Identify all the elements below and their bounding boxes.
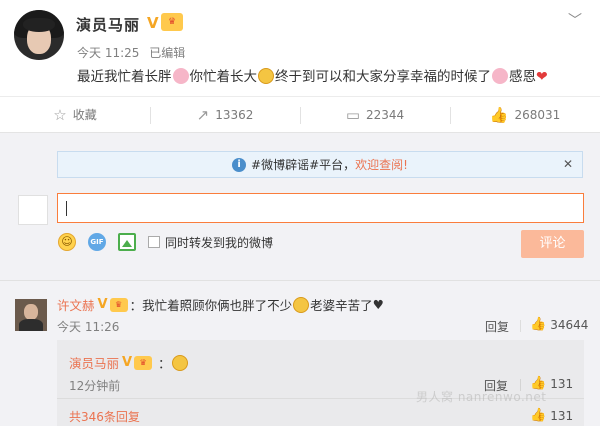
post-action-bar: ☆ 收藏 ↗ 13362 ▭ 22344 👍 268031	[0, 96, 600, 133]
heart-icon: ♥	[372, 297, 384, 312]
avatar-fringe	[23, 18, 55, 32]
chevron-down-icon[interactable]: ﹀	[568, 10, 582, 30]
composer-toolbar: ☺ GIF 同时转发到我的微博	[58, 233, 273, 251]
laugh-emoji-icon	[171, 354, 188, 371]
member-crown-icon[interactable]: ♛	[109, 297, 128, 312]
thumbs-up-icon: 👍	[530, 408, 547, 423]
sub-reply-like-count: 131	[550, 376, 574, 391]
post-time[interactable]: 今天 11:25	[77, 46, 139, 60]
comment-time: 今天 11:26	[57, 320, 120, 334]
verified-icon: V	[122, 355, 133, 370]
more-replies-link[interactable]: 共346条回复	[69, 408, 140, 425]
post-content: 最近我忙着长胖 你忙着长大 终于到可以和大家分享幸福的时候了 感恩❤	[77, 65, 548, 85]
commenter-face	[24, 304, 38, 320]
content-part: 你忙着长大	[189, 69, 258, 85]
content-part: 终于到可以和大家分享幸福的时候了	[275, 69, 491, 85]
member-crown-icon[interactable]: ♛	[134, 355, 153, 370]
favorite-button[interactable]: ☆ 收藏	[0, 97, 150, 132]
comment-text: 老婆辛苦了	[310, 298, 373, 313]
weibo-post: 演员马丽 V ♛ ﹀ 今天 11:25 已编辑 最近我忙着长胖 你忙着长大 终于到可…	[0, 0, 600, 96]
repost-icon: ↗	[196, 105, 210, 124]
close-icon[interactable]: ✕	[563, 157, 573, 171]
emoji-icon[interactable]: ☺	[58, 233, 76, 251]
thumbs-up-icon: 👍	[530, 317, 547, 332]
comment-panel: i #微博辟谣#平台， 欢迎查阅! ✕ ☺ GIF 同时转发到我的微博 评论 许…	[0, 133, 600, 426]
reply-button[interactable]: 回复	[485, 318, 509, 335]
more-like-button[interactable]: 👍 131	[530, 408, 573, 423]
sync-repost-checkbox[interactable]	[148, 236, 160, 248]
verified-icon: V	[97, 297, 108, 312]
comment-input[interactable]	[57, 193, 584, 223]
verified-icon: V	[147, 14, 159, 32]
comment-count: 22344	[366, 107, 405, 122]
comment-button[interactable]: ▭ 22344	[300, 97, 450, 132]
info-icon: i	[232, 157, 247, 172]
sub-reply-line: 演员马丽 V ♛ ：	[69, 353, 189, 372]
gif-icon[interactable]: GIF	[88, 233, 106, 251]
thumbs-up-icon: 👍	[489, 105, 509, 124]
notice-text: #微博辟谣#平台，	[251, 158, 356, 172]
comment-icon: ▭	[345, 105, 360, 124]
edited-label[interactable]: 已编辑	[149, 46, 185, 60]
more-like-count: 131	[550, 408, 574, 423]
like-button[interactable]: 👍 268031	[450, 97, 600, 132]
text-cursor	[66, 201, 67, 216]
content-part: 感恩	[509, 69, 536, 85]
comment-like-button[interactable]: 👍 34644	[530, 317, 588, 332]
image-icon[interactable]	[118, 233, 136, 251]
divider	[0, 280, 600, 281]
family-emoji-icon	[492, 68, 508, 84]
sync-repost-label[interactable]: 同时转发到我的微博	[165, 234, 273, 251]
current-user-avatar	[18, 195, 48, 225]
submit-comment-button[interactable]: 评论	[521, 230, 584, 258]
heart-icon: ❤	[536, 69, 548, 85]
like-count: 268031	[514, 107, 561, 122]
repost-count: 13362	[215, 107, 254, 122]
sub-reply-box: 演员马丽 V ♛ ： 12分钟前 回复 👍 131 共346条回复 👍 131	[57, 340, 584, 426]
pregnant-emoji-icon	[172, 68, 189, 84]
sub-reply-author[interactable]: 演员马丽	[69, 353, 119, 372]
author-name[interactable]: 演员马丽	[76, 14, 140, 35]
member-crown-icon[interactable]: ♛	[161, 13, 183, 31]
comment-line: 许文赫 V ♛ ：我忙着照顾你俩也胖了不少 老婆辛苦了 ♥	[57, 295, 384, 314]
star-icon: ☆	[53, 105, 67, 124]
repost-button[interactable]: ↗ 13362	[150, 97, 300, 132]
author-avatar[interactable]	[14, 10, 64, 60]
watermark: 男人窝 nanrenwo.net	[416, 390, 547, 404]
commenter-avatar[interactable]	[15, 299, 47, 331]
colon: ：	[158, 356, 171, 371]
favorite-label: 收藏	[72, 108, 97, 122]
comment-text: ：我忙着照顾你俩也胖了不少	[129, 298, 293, 313]
baby-emoji-icon	[258, 68, 274, 84]
kiss-emoji-icon	[293, 296, 310, 313]
commenter-name[interactable]: 许文赫	[57, 295, 95, 314]
content-part: 最近我忙着长胖	[77, 69, 172, 85]
commenter-body	[19, 319, 43, 331]
divider	[520, 320, 521, 332]
post-meta: 今天 11:25 已编辑	[77, 44, 191, 61]
rumor-notice: i #微博辟谣#平台， 欢迎查阅! ✕	[57, 151, 583, 178]
sub-reply-time: 12分钟前	[69, 379, 121, 393]
notice-link[interactable]: 欢迎查阅!	[355, 156, 408, 173]
comment-like-count: 34644	[550, 317, 589, 332]
